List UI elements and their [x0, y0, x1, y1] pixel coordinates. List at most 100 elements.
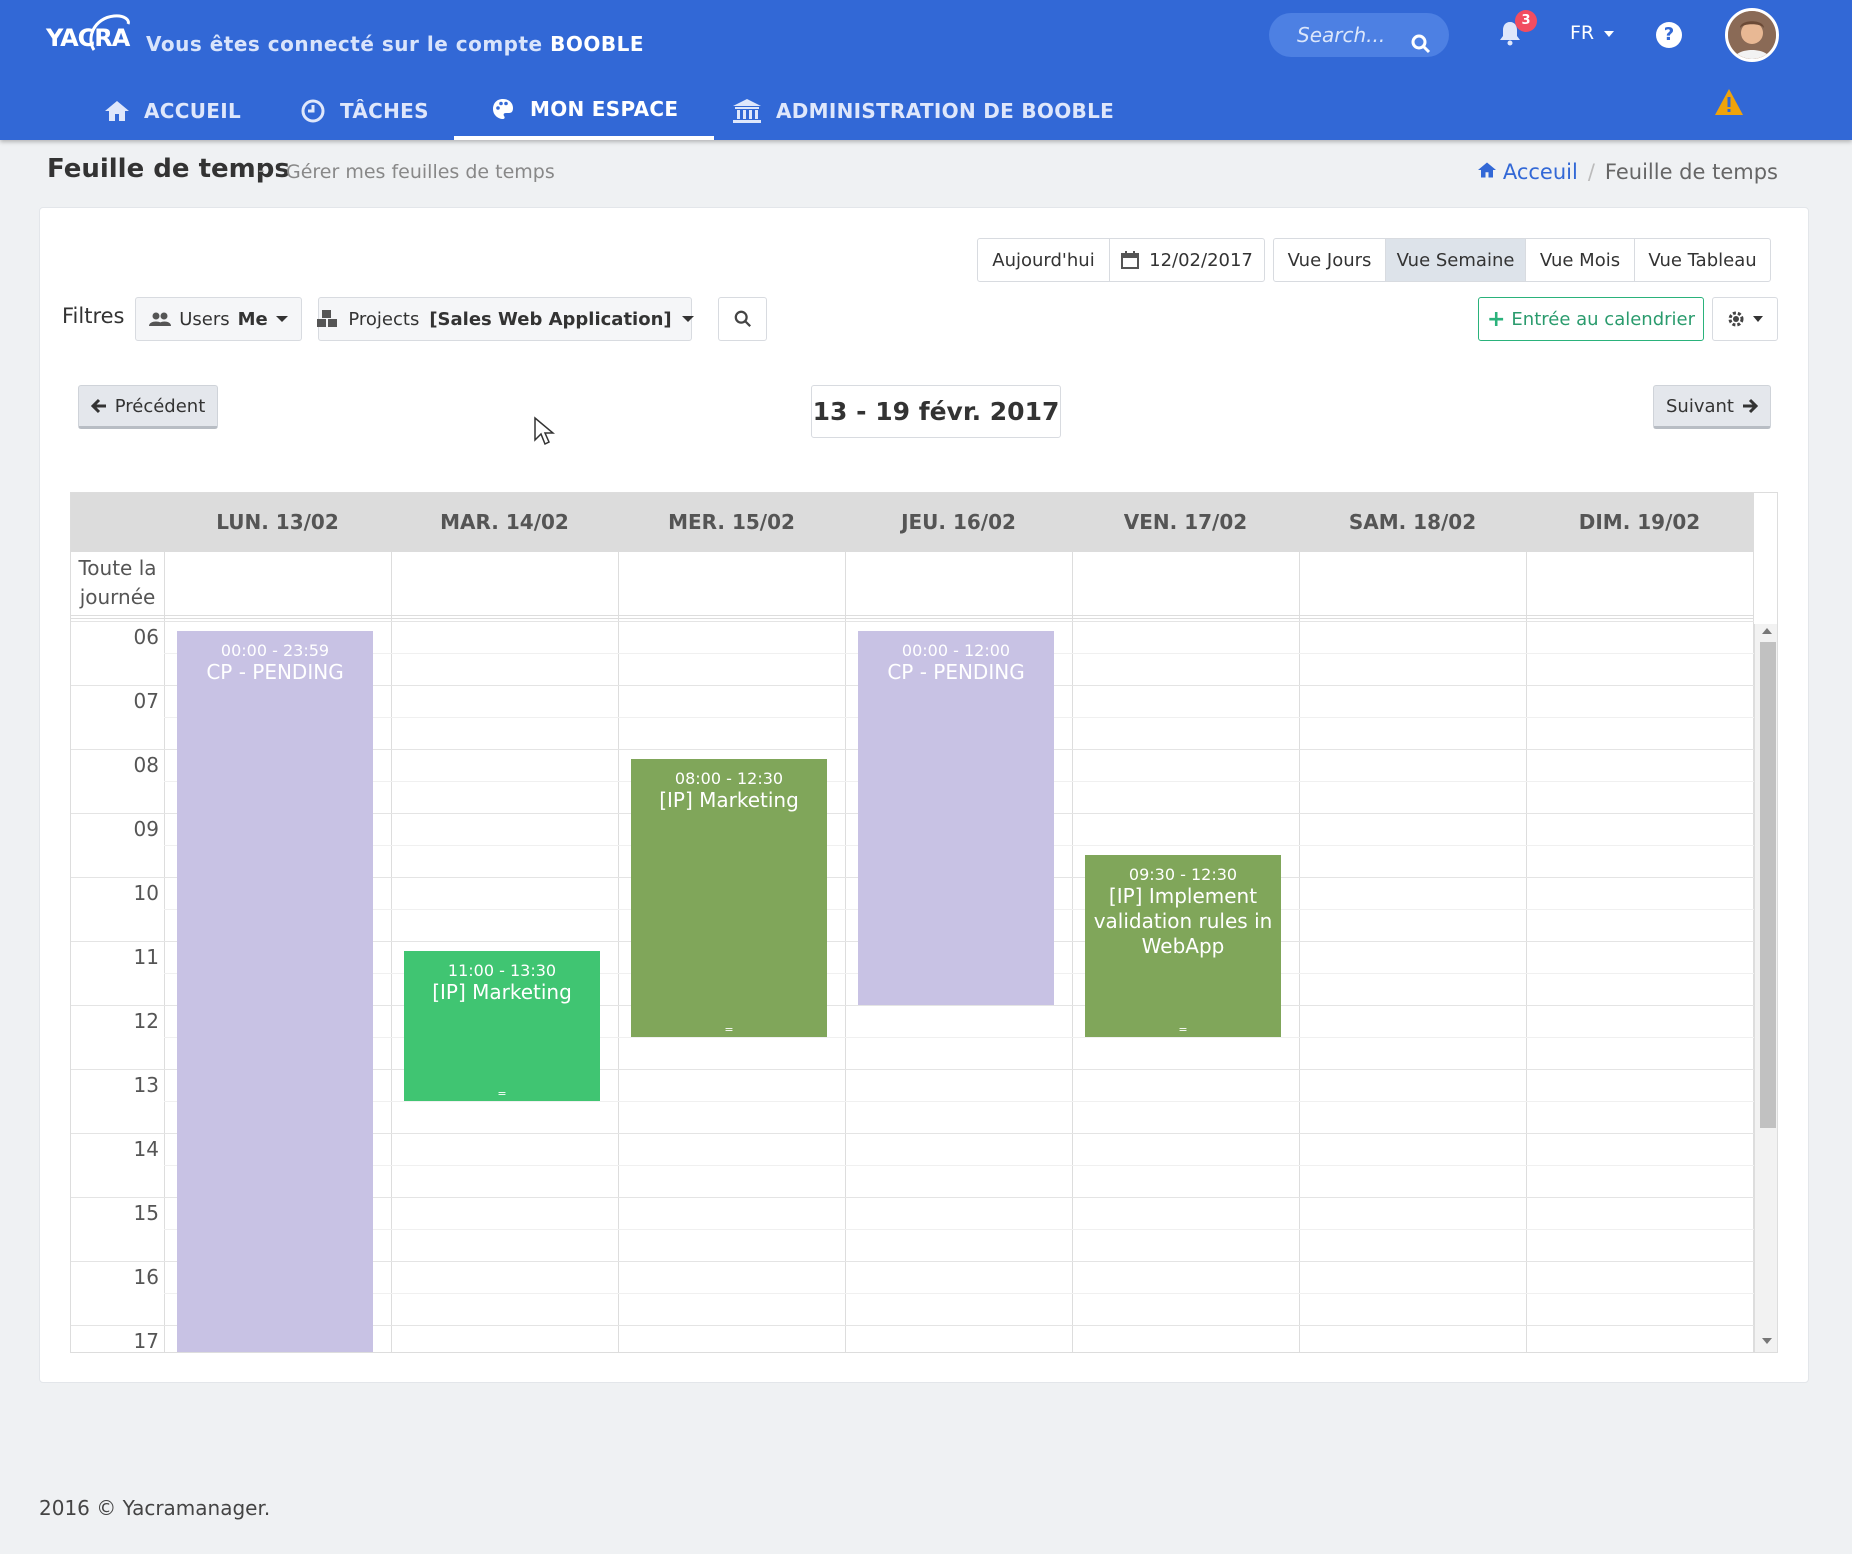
add-entry-label: Entrée au calendrier: [1511, 308, 1696, 330]
hour-label: 12: [133, 1009, 159, 1033]
hour-gridline: [71, 621, 1754, 622]
day-column-divider: [1753, 552, 1754, 1352]
day-column-divider: [391, 552, 392, 1352]
day-column-divider: [1072, 552, 1073, 1352]
event-time: 00:00 - 23:59: [220, 641, 330, 660]
warning-icon[interactable]: [1714, 88, 1744, 120]
day-column-divider: [618, 552, 619, 1352]
scroll-down-arrow-icon[interactable]: [1762, 1338, 1772, 1344]
calendar-event[interactable]: 08:00 - 12:30 [IP] Marketing =: [631, 759, 827, 1037]
nav-label: ADMINISTRATION DE BOOBLE: [776, 99, 1115, 123]
footer-copyright: 2016 © Yacramanager.: [39, 1496, 271, 1520]
scroll-up-arrow-icon[interactable]: [1762, 628, 1772, 634]
nav-item-accueil[interactable]: ACCUEIL: [104, 82, 241, 140]
previous-week-button[interactable]: Précédent: [78, 385, 218, 429]
next-week-button[interactable]: Suivant: [1653, 385, 1771, 429]
home-icon: [104, 98, 130, 124]
half-hour-gridline: [164, 1229, 1754, 1230]
nav-item-administration[interactable]: ADMINISTRATION DE BOOBLE: [732, 82, 1114, 140]
today-button[interactable]: Aujourd'hui: [977, 238, 1110, 282]
filters-label: Filtres: [62, 304, 125, 328]
event-time: 09:30 - 12:30: [1128, 865, 1238, 884]
view-table-button[interactable]: Vue Tableau: [1634, 238, 1771, 282]
users-filter-label: Users: [179, 308, 230, 330]
event-time: 00:00 - 12:00: [901, 641, 1011, 660]
home-icon: [1477, 160, 1497, 184]
calendar-scrollbar[interactable]: [1754, 624, 1777, 1352]
caret-down-icon: [275, 316, 288, 322]
user-avatar[interactable]: [1725, 8, 1779, 62]
arrow-left-icon: [90, 398, 107, 414]
search-icon[interactable]: [1411, 25, 1431, 69]
day-column-divider: [1299, 552, 1300, 1352]
event-title: CP - PENDING: [887, 660, 1025, 684]
date-picker[interactable]: 12/02/2017: [1109, 238, 1265, 282]
calendar-event-leave[interactable]: 00:00 - 12:00 CP - PENDING: [858, 631, 1054, 1005]
half-hour-gridline: [164, 1293, 1754, 1294]
event-resize-handle[interactable]: =: [1085, 1024, 1281, 1035]
language-label: FR: [1570, 22, 1595, 44]
day-column-divider: [1526, 552, 1527, 1352]
view-month-button[interactable]: Vue Mois: [1525, 238, 1635, 282]
caret-down-icon: [1753, 316, 1763, 322]
users-filter-dropdown[interactable]: Users Me: [135, 297, 302, 341]
nav-item-taches[interactable]: TÂCHES: [300, 82, 429, 140]
search-placeholder: Search...: [1297, 23, 1386, 47]
event-resize-handle[interactable]: =: [631, 1024, 827, 1035]
day-header: MER. 15/02: [668, 510, 795, 534]
day-header: SAM. 18/02: [1348, 510, 1477, 534]
all-day-label: Toute la journée: [78, 556, 157, 609]
nav-item-mon-espace[interactable]: MON ESPACE: [454, 82, 715, 140]
day-column-divider: [845, 552, 846, 1352]
language-dropdown[interactable]: FR: [1570, 22, 1615, 44]
page-subtitle: Gérer mes feuilles de temps: [286, 161, 555, 183]
help-icon[interactable]: ?: [1656, 22, 1682, 48]
breadcrumb-home[interactable]: Acceuil: [1477, 160, 1578, 184]
all-day-separator: [71, 618, 1754, 619]
calendar-event[interactable]: 09:30 - 12:30 [IP] Implement validation r…: [1085, 855, 1281, 1037]
view-days-button[interactable]: Vue Jours: [1273, 238, 1386, 282]
week-range-title: 13 - 19 févr. 2017: [811, 385, 1061, 438]
breadcrumb-divider: /: [1587, 160, 1595, 184]
day-header: MAR. 14/02: [440, 510, 569, 534]
event-title: [IP] Implement validation rules in WebAp…: [1093, 884, 1273, 958]
week-calendar: Toute la journée LUN. 13/02 MAR. 14/02 MER…: [70, 492, 1778, 1353]
notification-badge: 3: [1515, 10, 1537, 32]
yacra-logo[interactable]: YACRA: [44, 10, 130, 56]
calendar-event-leave[interactable]: 00:00 - 23:59 CP - PENDING: [177, 631, 373, 1352]
next-label: Suivant: [1666, 395, 1734, 417]
palette-icon: [490, 96, 516, 122]
calendar-event[interactable]: 11:00 - 13:30 [IP] Marketing =: [404, 951, 600, 1101]
add-calendar-entry-button[interactable]: + Entrée au calendrier: [1478, 297, 1704, 341]
breadcrumb-current: Feuille de temps: [1604, 160, 1778, 184]
day-header: LUN. 13/02: [216, 510, 339, 534]
users-filter-value: Me: [237, 308, 268, 330]
projects-filter-dropdown[interactable]: Projects [Sales Web Application]: [317, 297, 694, 341]
clock-icon: [300, 98, 326, 124]
event-time: 11:00 - 13:30: [447, 961, 557, 980]
hour-label: 15: [133, 1201, 159, 1225]
event-time: 08:00 - 12:30: [674, 769, 784, 788]
date-value: 12/02/2017: [1149, 249, 1253, 271]
day-column-divider: [164, 552, 165, 1352]
caret-down-icon: [1604, 30, 1615, 37]
view-week-button[interactable]: Vue Semaine: [1385, 238, 1526, 282]
hour-label: 13: [133, 1073, 159, 1097]
mouse-cursor-icon: [534, 416, 555, 446]
event-title: CP - PENDING: [206, 660, 344, 684]
logo-swoosh-icon: [89, 14, 130, 51]
hour-label: 09: [133, 817, 159, 841]
scrollbar-thumb[interactable]: [1760, 642, 1776, 1128]
event-title: [IP] Marketing: [659, 788, 799, 812]
search-input[interactable]: Search...: [1269, 13, 1449, 57]
filter-search-button[interactable]: [718, 297, 767, 341]
account-info: Vous êtes connecté sur le compte BOOBLE: [146, 32, 644, 56]
half-hour-gridline: [164, 1037, 1754, 1038]
title-separator: -: [258, 160, 265, 181]
users-icon: [149, 311, 172, 327]
breadcrumb: Acceuil / Feuille de temps: [1477, 160, 1778, 184]
event-resize-handle[interactable]: =: [404, 1088, 600, 1099]
caret-down-icon: [681, 316, 694, 322]
settings-dropdown[interactable]: [1712, 297, 1778, 341]
search-icon: [734, 310, 752, 328]
